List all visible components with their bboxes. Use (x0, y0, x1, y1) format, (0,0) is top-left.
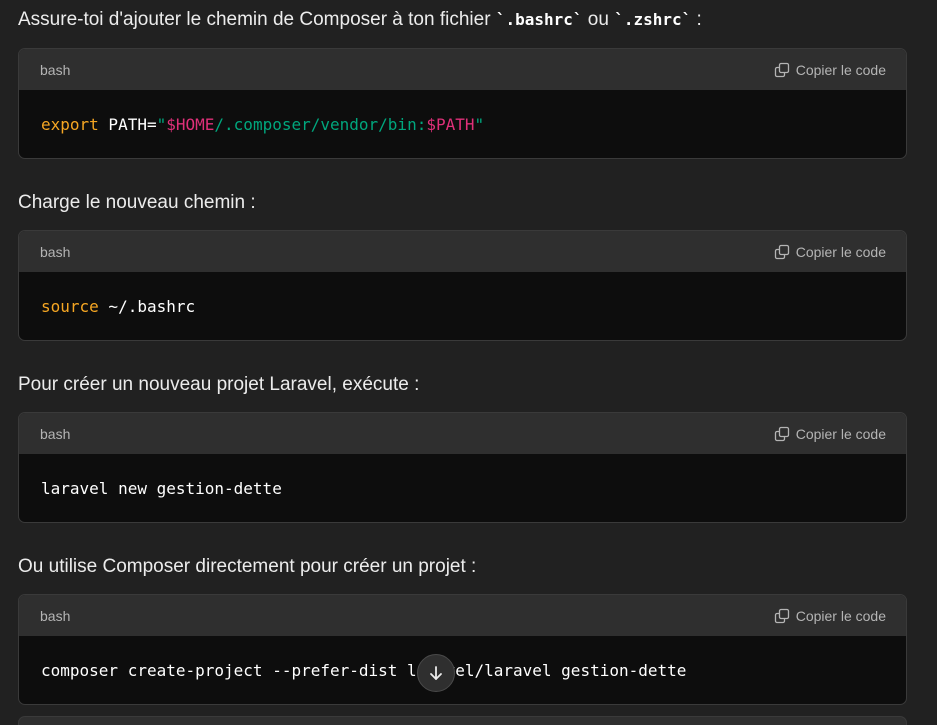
copy-code-label: Copier le code (795, 425, 886, 442)
code-content: source ~/.bashrc (19, 272, 906, 340)
code-language-label: bash (40, 61, 71, 78)
code-token: PATH= (98, 115, 157, 134)
code-language-label: bash (40, 425, 71, 442)
code-token-string: /.composer/vendor/bin: (214, 115, 427, 134)
copy-code-button[interactable]: Copier le code (774, 244, 886, 260)
paragraph-text: Assure-toi d'ajouter le chemin de Compos… (18, 9, 496, 30)
code-token-keyword: export (41, 115, 99, 134)
code-token: ~/.bashrc (98, 297, 196, 316)
copy-code-button[interactable]: Copier le code (774, 426, 886, 442)
instruction-paragraph-3: Pour créer un nouveau projet Laravel, ex… (18, 374, 420, 395)
code-block-header: bash Copier le code (19, 231, 906, 272)
paragraph-text: ou (582, 9, 615, 30)
copy-code-button[interactable]: Copier le code (774, 608, 886, 624)
next-code-block-header (18, 716, 907, 725)
code-block-4: bash Copier le code composer create-proj… (18, 594, 907, 705)
code-token: laravel new gestion-dette (41, 479, 282, 498)
copy-code-label: Copier le code (795, 607, 886, 624)
copy-icon (774, 244, 790, 260)
code-token-string: " (474, 115, 485, 134)
code-block-header: bash Copier le code (19, 413, 906, 454)
code-language-label: bash (40, 243, 71, 260)
inline-code-bashrc: `.bashrc` (495, 10, 583, 29)
copy-icon (774, 608, 790, 624)
paragraph-text: : (691, 9, 702, 30)
arrow-down-icon (427, 664, 445, 682)
code-content: composer create-project --prefer-dist la… (19, 636, 906, 704)
code-block-header: bash Copier le code (19, 49, 906, 90)
copy-icon (774, 426, 790, 442)
code-block-header: bash Copier le code (19, 595, 906, 636)
code-content: laravel new gestion-dette (19, 454, 906, 522)
code-block-3: bash Copier le code laravel new gestion-… (18, 412, 907, 523)
code-token-variable: $HOME (166, 115, 215, 134)
code-token-keyword: source (41, 297, 99, 316)
code-block-2: bash Copier le code source ~/.bashrc (18, 230, 907, 341)
code-token-variable: $PATH (426, 115, 475, 134)
scroll-to-bottom-button[interactable] (417, 654, 455, 692)
code-token-string: " (156, 115, 167, 134)
inline-code-zshrc: `.zshrc` (614, 10, 692, 29)
instruction-paragraph-4: Ou utilise Composer directement pour cré… (18, 556, 477, 577)
copy-icon (774, 62, 790, 78)
copy-code-label: Copier le code (795, 243, 886, 260)
code-block-1: bash Copier le code export PATH= " $HOME/.… (18, 48, 907, 159)
instruction-paragraph-2: Charge le nouveau chemin : (18, 192, 256, 213)
copy-code-label: Copier le code (795, 61, 886, 78)
copy-code-button[interactable]: Copier le code (774, 62, 886, 78)
instruction-paragraph-1: Assure-toi d'ajouter le chemin de Compos… (18, 8, 702, 32)
chat-message-content: Assure-toi d'ajouter le chemin de Compos… (0, 0, 937, 725)
code-token: composer create-project --prefer-dist la… (41, 661, 687, 680)
code-language-label: bash (40, 607, 71, 624)
code-content: export PATH= " $HOME/.composer/vendor/bin:… (19, 90, 906, 158)
